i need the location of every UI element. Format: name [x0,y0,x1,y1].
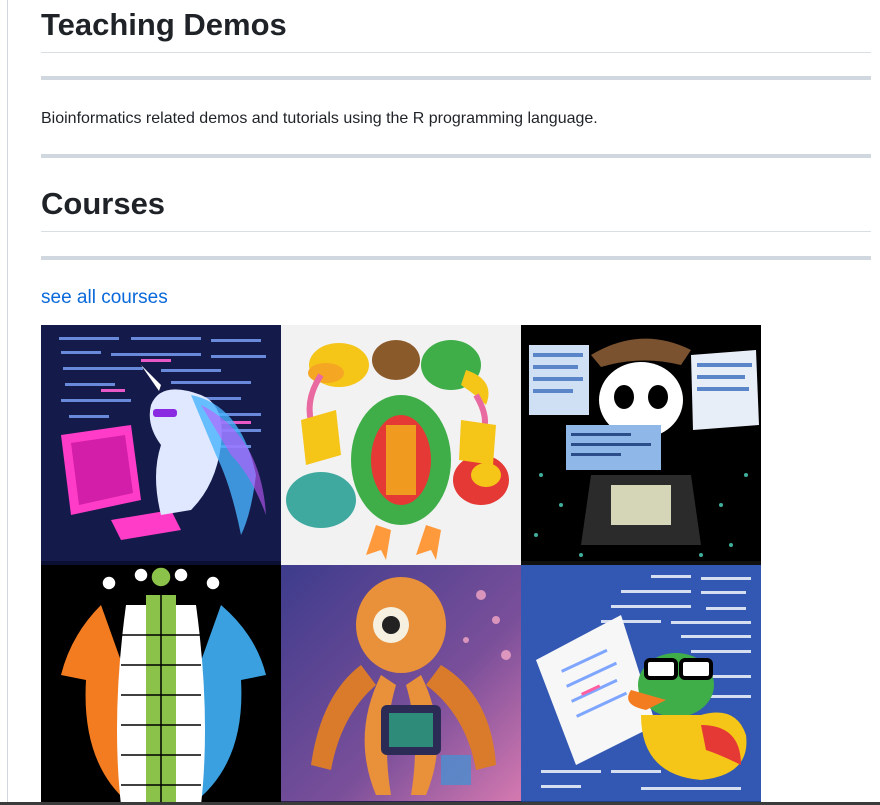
course-tile-panda[interactable] [521,325,761,565]
octopus-robot-icon [281,565,521,805]
course-tile-duck[interactable] [521,565,761,805]
panda-cowboy-icon [521,325,761,565]
geometric-creature-icon [41,565,281,805]
section-divider [41,76,871,80]
see-all-courses-link[interactable]: see all courses [41,286,168,310]
unicorn-coding-icon [41,325,281,565]
course-tile-geometric[interactable] [41,565,281,805]
courses-heading: Courses [41,185,871,233]
section-divider [41,154,871,158]
course-tile-unicorn[interactable] [41,325,281,565]
three-headed-bird-icon [281,325,521,565]
section-divider [41,256,871,260]
teaching-demos-description: Bioinformatics related demos and tutoria… [41,110,598,127]
teaching-demos-heading: Teaching Demos [41,6,871,54]
course-tile-octopus[interactable] [281,565,521,805]
page-left-border [7,0,8,805]
course-tile-bird[interactable] [281,325,521,565]
duck-with-code-icon [521,565,761,805]
course-image-grid [41,325,761,805]
